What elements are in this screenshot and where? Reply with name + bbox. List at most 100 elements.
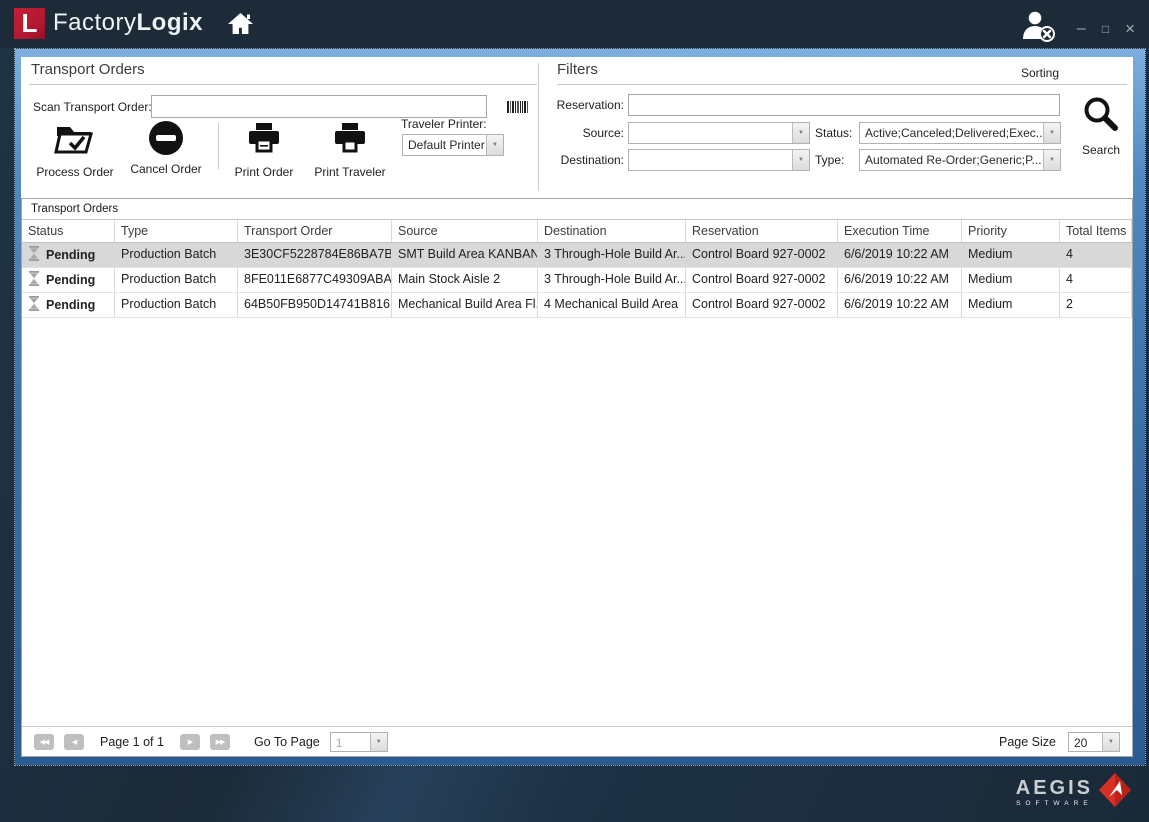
chevron-down-icon: ▼ — [1102, 733, 1119, 751]
main-content: Transport Orders Scan Transport Order: P… — [21, 57, 1133, 757]
page-size-value: 20 — [1069, 733, 1102, 751]
sorting-link[interactable]: Sorting — [1021, 66, 1059, 80]
row-priority: Medium — [962, 268, 1060, 292]
panel-divider — [538, 63, 539, 191]
brand-name: FactoryLogix — [53, 9, 203, 37]
brand-light: Factory — [53, 9, 137, 36]
aegis-brand-text: AEGIS — [1016, 778, 1093, 798]
page-size-select[interactable]: 20 ▼ — [1068, 732, 1120, 752]
destination-value — [629, 150, 792, 170]
traveler-printer-label: Traveler Printer: — [401, 117, 487, 131]
column-header-status[interactable]: Status — [22, 220, 115, 242]
column-header-total-items[interactable]: Total Items — [1060, 220, 1132, 242]
hourglass-icon — [28, 296, 40, 314]
go-to-page-value: 1 — [331, 733, 370, 751]
last-page-button[interactable]: ▶▶ — [210, 734, 230, 750]
pagination-bar: ◀◀ ◀ Page 1 of 1 ▶ ▶▶ Go To Page 1 ▼ Pag… — [22, 726, 1132, 756]
row-priority: Medium — [962, 243, 1060, 267]
status-value: Active;Canceled;Delivered;Exec... — [860, 123, 1043, 143]
divider — [29, 84, 537, 85]
row-reservation: Control Board 927-0002 — [686, 293, 838, 317]
row-execution-time: 6/6/2019 10:22 AM — [838, 243, 962, 267]
column-header-execution-time[interactable]: Execution Time — [838, 220, 962, 242]
source-select[interactable]: ▼ — [628, 122, 810, 144]
row-transport-order: 64B50FB950D14741B816... — [238, 293, 392, 317]
row-source: Main Stock Aisle 2 — [392, 268, 538, 292]
print-order-label: Print Order — [235, 165, 294, 179]
print-traveler-button[interactable]: Print Traveler — [305, 121, 395, 179]
row-reservation: Control Board 927-0002 — [686, 268, 838, 292]
logout-user-icon[interactable] — [1020, 9, 1056, 48]
row-execution-time: 6/6/2019 10:22 AM — [838, 268, 962, 292]
status-select[interactable]: Active;Canceled;Delivered;Exec... ▼ — [859, 122, 1061, 144]
grid-header-row: Status Type Transport Order Source Desti… — [22, 220, 1132, 243]
row-total-items: 4 — [1060, 268, 1132, 292]
row-type: Production Batch — [115, 293, 238, 317]
previous-page-button[interactable]: ◀ — [64, 734, 84, 750]
go-to-page-select[interactable]: 1 ▼ — [330, 732, 388, 752]
row-transport-order: 8FE011E6877C49309ABA... — [238, 268, 392, 292]
table-row[interactable]: Pending Production Batch 64B50FB950D1474… — [22, 293, 1132, 318]
factorylogix-logo: L — [14, 8, 45, 39]
column-header-reservation[interactable]: Reservation — [686, 220, 838, 242]
traveler-printer-select[interactable]: Default Printer ▼ — [402, 134, 504, 156]
close-button[interactable]: × — [1125, 20, 1135, 37]
source-value — [629, 123, 792, 143]
table-row[interactable]: Pending Production Batch 3E30CF5228784E8… — [22, 243, 1132, 268]
search-button[interactable]: Search — [1073, 95, 1129, 157]
type-value: Automated Re-Order;Generic;P... — [860, 150, 1043, 170]
column-header-destination[interactable]: Destination — [538, 220, 686, 242]
cancel-order-label: Cancel Order — [130, 162, 201, 176]
chevron-down-icon: ▼ — [792, 123, 809, 143]
print-order-icon — [247, 121, 281, 158]
row-status: Pending — [46, 273, 95, 287]
row-total-items: 4 — [1060, 243, 1132, 267]
home-icon[interactable] — [227, 11, 254, 41]
print-traveler-icon — [333, 121, 367, 158]
scan-transport-order-input[interactable] — [151, 95, 487, 118]
scan-transport-order-label: Scan Transport Order: — [33, 100, 152, 114]
type-label: Type: — [815, 153, 855, 167]
column-header-priority[interactable]: Priority — [962, 220, 1060, 242]
row-destination: 3 Through-Hole Build Ar... — [538, 243, 686, 267]
process-order-icon — [53, 121, 97, 158]
grid-section-title: Transport Orders — [22, 199, 1132, 220]
row-total-items: 2 — [1060, 293, 1132, 317]
aegis-logo: AEGIS SOFTWARE — [1016, 771, 1133, 814]
type-select[interactable]: Automated Re-Order;Generic;P... ▼ — [859, 149, 1061, 171]
maximize-button[interactable]: □ — [1102, 23, 1109, 35]
first-page-button[interactable]: ◀◀ — [34, 734, 54, 750]
column-header-source[interactable]: Source — [392, 220, 538, 242]
minimize-button[interactable]: – — [1077, 21, 1086, 37]
print-order-button[interactable]: Print Order — [227, 121, 301, 179]
row-priority: Medium — [962, 293, 1060, 317]
filters-panel-title: Filters — [557, 61, 598, 78]
row-destination: 4 Mechanical Build Area — [538, 293, 686, 317]
row-transport-order: 3E30CF5228784E86BA7B... — [238, 243, 392, 267]
table-row[interactable]: Pending Production Batch 8FE011E6877C493… — [22, 268, 1132, 293]
source-label: Source: — [549, 126, 624, 140]
toolbar-separator — [218, 123, 219, 169]
cancel-order-button[interactable]: Cancel Order — [123, 121, 209, 176]
chevron-down-icon: ▼ — [1043, 150, 1060, 170]
process-order-button[interactable]: Process Order — [29, 121, 121, 179]
brand-bold: Logix — [137, 9, 204, 36]
destination-select[interactable]: ▼ — [628, 149, 810, 171]
status-label: Status: — [815, 126, 855, 140]
reservation-input[interactable] — [628, 94, 1060, 116]
search-icon — [1081, 95, 1121, 138]
chevron-down-icon: ▼ — [792, 150, 809, 170]
next-page-button[interactable]: ▶ — [180, 734, 200, 750]
print-traveler-label: Print Traveler — [314, 165, 385, 179]
window-controls: – □ × — [1077, 20, 1135, 37]
hourglass-icon — [28, 246, 40, 264]
search-label: Search — [1082, 143, 1120, 157]
row-destination: 3 Through-Hole Build Ar... — [538, 268, 686, 292]
row-type: Production Batch — [115, 268, 238, 292]
aegis-software-text: SOFTWARE — [1016, 800, 1093, 807]
traveler-printer-value: Default Printer — [403, 135, 486, 155]
chevron-down-icon: ▼ — [370, 733, 387, 751]
column-header-type[interactable]: Type — [115, 220, 238, 242]
column-header-transport-order[interactable]: Transport Order — [238, 220, 392, 242]
aegis-diamond-icon — [1097, 771, 1133, 814]
